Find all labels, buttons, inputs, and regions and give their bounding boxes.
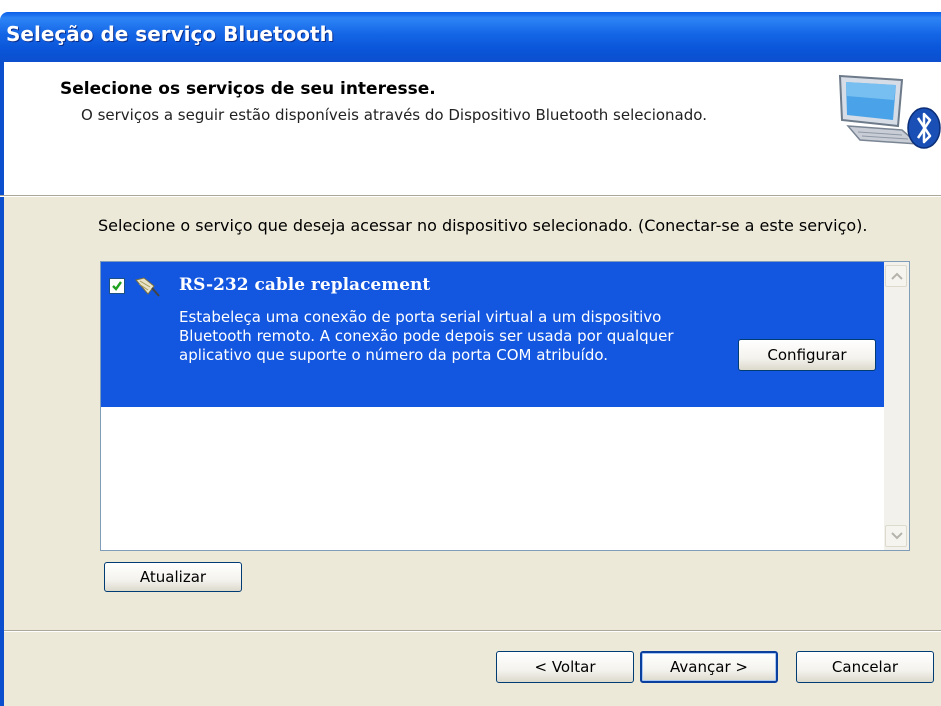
vertical-scrollbar[interactable] <box>884 262 909 550</box>
instruction-text: Selecione o serviço que deseja acessar n… <box>98 216 868 235</box>
cancel-button[interactable]: Cancelar <box>796 651 934 683</box>
chevron-down-icon <box>891 532 903 540</box>
service-list[interactable]: RS-232 cable replacement Estabeleça uma … <box>100 261 910 551</box>
configure-button[interactable]: Configurar <box>738 339 876 371</box>
refresh-button-label: Atualizar <box>139 568 207 586</box>
service-name: RS-232 cable replacement <box>179 275 431 295</box>
chevron-up-icon <box>891 272 903 280</box>
title-bar[interactable]: Seleção de serviço Bluetooth <box>0 12 941 62</box>
wizard-header: Selecione os serviços de seu interesse. … <box>0 62 941 195</box>
footer-divider <box>4 630 941 632</box>
configure-button-label: Configurar <box>767 346 847 364</box>
service-checkbox[interactable] <box>109 278 125 294</box>
header-title: Selecione os serviços de seu interesse. <box>60 79 436 99</box>
bluetooth-service-selection-dialog: Seleção de serviço Bluetooth Selecione o… <box>0 0 941 706</box>
cancel-button-label: Cancelar <box>831 658 899 676</box>
next-button-label: Avançar > <box>670 658 748 676</box>
service-item-rs232[interactable]: RS-232 cable replacement Estabeleça uma … <box>101 262 884 407</box>
service-description: Estabeleça uma conexão de porta serial v… <box>179 308 674 364</box>
scroll-up-button[interactable] <box>885 265 907 287</box>
next-button[interactable]: Avançar > <box>640 651 778 683</box>
wizard-body: Selecione o serviço que deseja acessar n… <box>0 197 941 706</box>
header-description: O serviços a seguir estão disponíveis at… <box>81 106 707 124</box>
window-title: Seleção de serviço Bluetooth <box>6 22 334 46</box>
scroll-down-button[interactable] <box>885 525 907 547</box>
back-button[interactable]: < Voltar <box>496 651 634 683</box>
serial-cable-icon <box>134 274 160 298</box>
bluetooth-computer-icon <box>832 70 941 150</box>
back-button-label: < Voltar <box>534 658 596 676</box>
refresh-button[interactable]: Atualizar <box>104 562 242 592</box>
